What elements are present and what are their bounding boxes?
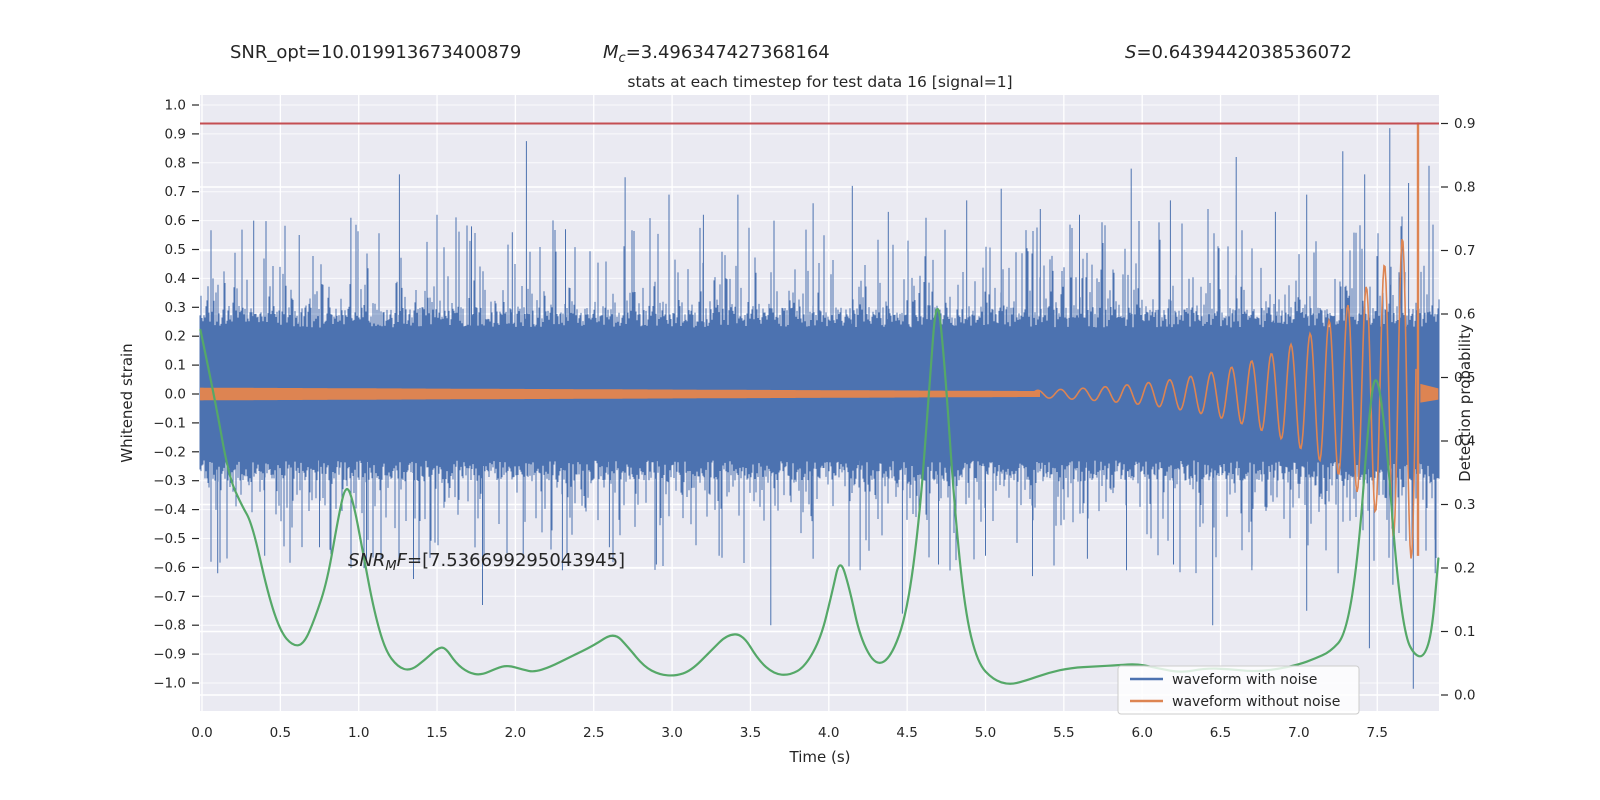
right-axis-label: Detection probability	[1456, 324, 1474, 482]
x-tick-label: 5.5	[1053, 725, 1074, 741]
left-tick-label: −0.8	[153, 618, 186, 634]
right-tick-label: 0.2	[1454, 561, 1475, 577]
x-tick-label: 7.0	[1288, 725, 1309, 741]
title-left: SNR_opt=10.019913673400879	[230, 42, 521, 63]
x-tick-label: 6.0	[1131, 725, 1152, 741]
left-tick-label: −0.2	[153, 444, 186, 460]
x-tick-label: 5.0	[975, 725, 996, 741]
left-tick-label: 0.9	[165, 126, 186, 142]
x-tick-label: 4.0	[818, 725, 839, 741]
right-tick-label: 0.6	[1454, 307, 1475, 323]
x-tick-label: 1.5	[426, 725, 447, 741]
right-tick-label: 0.9	[1454, 116, 1475, 132]
x-tick-label: 0.0	[191, 725, 212, 741]
left-tick-label: 0.0	[165, 387, 186, 403]
left-axis-label: Whitened strain	[118, 343, 136, 462]
x-tick-label: 3.5	[740, 725, 761, 741]
plot-subtitle: stats at each timestep for test data 16 …	[627, 73, 1012, 91]
left-tick-label: −0.5	[153, 531, 186, 547]
x-tick-label: 7.5	[1367, 725, 1388, 741]
left-tick-label: 0.4	[165, 271, 186, 287]
left-tick-label: −0.4	[153, 502, 186, 518]
left-tick-label: −0.9	[153, 647, 186, 663]
x-tick-label: 2.5	[583, 725, 604, 741]
right-tick-label: 0.3	[1454, 497, 1475, 513]
title-center: Mc=3.496347427368164	[603, 42, 830, 66]
left-tick-label: 0.6	[165, 213, 186, 229]
left-tick-label: 0.1	[165, 358, 186, 374]
left-tick-label: −1.0	[153, 676, 186, 692]
left-axis-tick-labels: 1.0 0.9 0.8 0.7 0.6 0.5 0.4 0.3 0.2 0.1 0.0 −0.1 −0.…	[153, 98, 186, 692]
left-tick-label: −0.6	[153, 560, 186, 576]
x-axis-label: Time (s)	[789, 748, 851, 766]
right-tick-label: 0.7	[1454, 243, 1475, 259]
right-tick-label: 0.1	[1454, 624, 1475, 640]
legend-label-signal: waveform without noise	[1172, 694, 1340, 710]
left-tick-label: −0.3	[153, 473, 186, 489]
left-tick-label: −0.7	[153, 589, 186, 605]
left-tick-label: 0.3	[165, 300, 186, 316]
left-tick-label: 1.0	[165, 98, 186, 114]
legend: waveform with noise waveform without noi…	[1117, 665, 1360, 715]
left-tick-label: 0.2	[165, 329, 186, 345]
x-tick-label: 1.0	[348, 725, 369, 741]
left-tick-label: 0.8	[165, 155, 186, 171]
right-tick-label: 0.8	[1454, 180, 1475, 196]
chart-figure: 0.0 0.5 1.0 1.5 2.0 2.5 3.0 3.5 4.0 4.5 5.0 5.5 6.0 6…	[118, 42, 1475, 766]
x-tick-label: 0.5	[270, 725, 291, 741]
x-tick-label: 2.0	[505, 725, 526, 741]
left-tick-label: −0.1	[153, 415, 186, 431]
right-tick-label: 0.0	[1454, 688, 1475, 704]
left-tick-label: 0.7	[165, 184, 186, 200]
x-tick-label: 6.5	[1210, 725, 1231, 741]
left-tick-label: 0.5	[165, 242, 186, 258]
legend-label-noise: waveform with noise	[1172, 672, 1317, 688]
x-tick-label: 3.0	[661, 725, 682, 741]
x-axis-tick-labels: 0.0 0.5 1.0 1.5 2.0 2.5 3.0 3.5 4.0 4.5 5.0 5.5 6.0 6…	[191, 725, 1388, 741]
x-tick-label: 4.5	[896, 725, 917, 741]
title-right: S=0.6439442038536072	[1125, 42, 1352, 63]
